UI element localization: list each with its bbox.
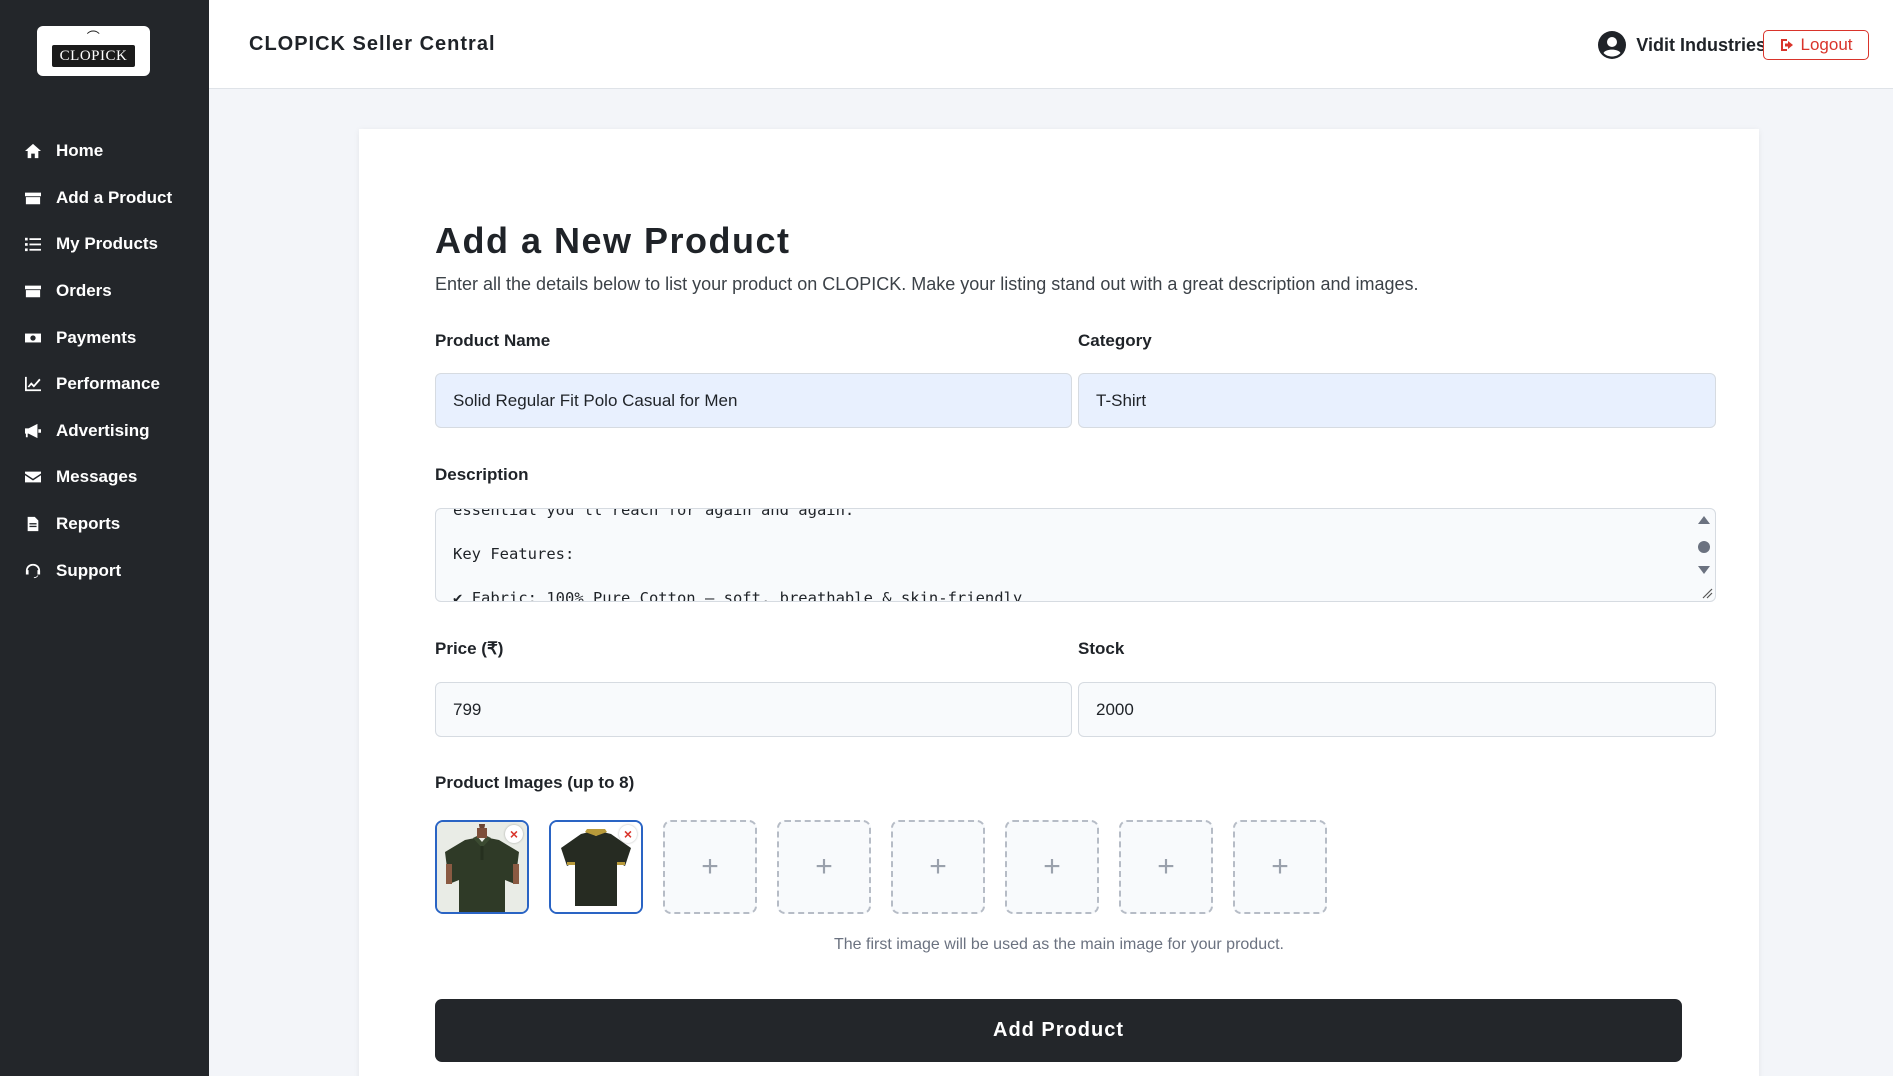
add-product-card: Add a New Product Enter all the details … (359, 129, 1759, 1076)
plus-icon: + (1271, 850, 1289, 883)
description-text: essential you'll reach for again and aga… (453, 508, 1023, 602)
top-header: CLOPICK Seller Central Vidit Industries … (209, 0, 1893, 89)
money-icon (24, 329, 46, 347)
product-image-2[interactable]: × (549, 820, 643, 914)
sidebar-nav: Home Add a Product My Products Orders Pa… (0, 128, 209, 594)
home-icon (24, 142, 46, 160)
plus-icon: + (815, 850, 833, 883)
stock-input[interactable] (1078, 682, 1716, 737)
add-image-slot[interactable]: + (891, 820, 985, 914)
description-textarea[interactable]: essential you'll reach for again and aga… (435, 508, 1716, 602)
sidebar-item-advertising[interactable]: Advertising (0, 408, 209, 455)
product-image-1[interactable]: × (435, 820, 529, 914)
remove-image-button[interactable]: × (619, 825, 637, 843)
app-title: CLOPICK Seller Central (249, 33, 496, 55)
product-name-input[interactable] (435, 373, 1072, 428)
sign-out-icon (1780, 39, 1793, 51)
headset-icon (24, 562, 46, 580)
sidebar-item-label: Payments (56, 327, 137, 347)
remove-image-button[interactable]: × (505, 825, 523, 843)
clopick-logo[interactable]: ⌒ CLOPICK (37, 26, 150, 76)
plus-icon: + (701, 850, 719, 883)
sidebar-item-payments[interactable]: Payments (0, 314, 209, 361)
sidebar-item-label: Performance (56, 374, 160, 394)
plus-icon: + (1043, 850, 1061, 883)
sidebar-item-messages[interactable]: Messages (0, 454, 209, 501)
box-icon (24, 282, 46, 300)
sidebar-item-my-products[interactable]: My Products (0, 221, 209, 268)
images-hint: The first image will be used as the main… (834, 936, 1284, 953)
box-icon (24, 189, 46, 207)
add-image-slot[interactable]: + (663, 820, 757, 914)
sidebar: ⌒ CLOPICK Home Add a Product My Products… (0, 0, 209, 1076)
textarea-scrollbar[interactable] (1697, 513, 1711, 597)
sidebar-item-support[interactable]: Support (0, 547, 209, 594)
product-name-label: Product Name (435, 331, 551, 350)
stock-label: Stock (1078, 639, 1125, 658)
sidebar-item-performance[interactable]: Performance (0, 361, 209, 408)
description-label: Description (435, 465, 529, 484)
sidebar-item-add-product[interactable]: Add a Product (0, 175, 209, 222)
add-product-button[interactable]: Add Product (435, 999, 1682, 1062)
sidebar-item-label: Support (56, 560, 122, 580)
logout-label: Logout (1800, 35, 1853, 54)
image-uploader: × × + + + + + + (435, 820, 1327, 914)
file-icon (24, 515, 46, 533)
hanger-icon: ⌒ (86, 30, 101, 45)
sidebar-item-orders[interactable]: Orders (0, 268, 209, 315)
user-profile[interactable]: Vidit Industries (1598, 31, 1766, 59)
plus-icon: + (929, 850, 947, 883)
megaphone-icon (24, 422, 46, 440)
envelope-icon (24, 468, 46, 486)
resize-handle-icon[interactable] (1701, 587, 1713, 599)
sidebar-item-label: My Products (56, 234, 159, 254)
user-name: Vidit Industries (1636, 34, 1766, 55)
add-image-slot[interactable]: + (777, 820, 871, 914)
add-image-slot[interactable]: + (1005, 820, 1099, 914)
sidebar-item-label: Messages (56, 467, 138, 487)
logout-button[interactable]: Logout (1763, 30, 1869, 60)
plus-icon: + (1157, 850, 1175, 883)
logo-text: CLOPICK (59, 48, 128, 64)
sidebar-item-label: Orders (56, 281, 112, 301)
chart-icon (24, 375, 46, 393)
list-icon (24, 235, 46, 253)
price-input[interactable] (435, 682, 1072, 737)
price-label: Price (₹) (435, 639, 504, 658)
category-label: Category (1078, 331, 1152, 350)
category-input[interactable] (1078, 373, 1716, 428)
sidebar-item-reports[interactable]: Reports (0, 501, 209, 548)
sidebar-item-home[interactable]: Home (0, 128, 209, 175)
product-images-label: Product Images (up to 8) (435, 773, 635, 792)
sidebar-item-label: Home (56, 141, 104, 161)
user-circle-icon (1598, 31, 1627, 59)
sidebar-item-label: Add a Product (56, 187, 173, 207)
sidebar-item-label: Advertising (56, 420, 150, 440)
page-subtitle: Enter all the details below to list your… (435, 274, 1419, 294)
add-image-slot[interactable]: + (1119, 820, 1213, 914)
page-title: Add a New Product (435, 220, 791, 261)
sidebar-item-label: Reports (56, 514, 121, 534)
add-image-slot[interactable]: + (1233, 820, 1327, 914)
